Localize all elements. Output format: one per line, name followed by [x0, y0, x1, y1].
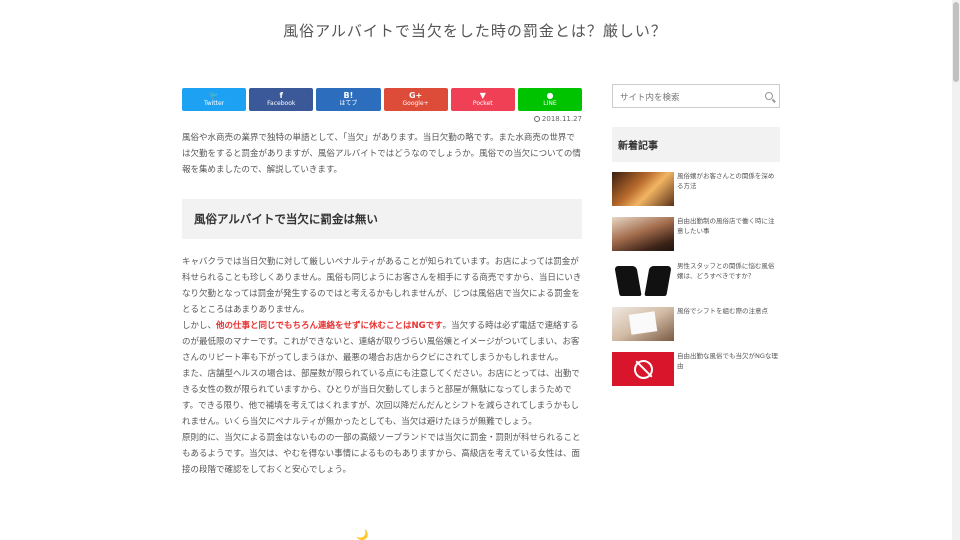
recent-posts-title: 新着記事 — [612, 127, 780, 162]
post-date: 2018.11.27 — [482, 115, 582, 123]
scrollbar-thumb[interactable] — [953, 2, 959, 82]
recent-post-item[interactable]: 男性スタッフとの関係に悩む風俗嬢は、どうすべきですか？ — [612, 262, 780, 307]
recent-post-item[interactable]: 自由出勤な風俗でも当欠がNGな理由 — [612, 352, 780, 397]
paragraph-4: 原則的に、当欠による罰金はないものの一部の高級ソープランドでは当欠に罰金・罰則が… — [182, 433, 581, 475]
share-line-button[interactable]: ● LINE — [517, 88, 583, 111]
recent-post-title[interactable]: 風俗嬢がお客さんとの関係を深める方法 — [677, 172, 780, 217]
share-label: Google+ — [402, 100, 429, 107]
search-icon[interactable] — [765, 92, 773, 100]
recent-post-title[interactable]: 男性スタッフとの関係に悩む風俗嬢は、どうすべきですか？ — [677, 262, 780, 307]
share-label: Pocket — [472, 100, 493, 107]
silhouette-figure — [644, 266, 672, 296]
search-input[interactable] — [613, 87, 753, 109]
share-twitter-button[interactable]: 🐦 Twitter — [182, 88, 247, 111]
twitter-icon: 🐦 — [209, 91, 220, 100]
googleplus-icon: G+ — [408, 91, 423, 100]
recent-post-item[interactable]: 風俗でシフトを組む際の注意点 — [612, 307, 780, 352]
clock-icon — [533, 116, 540, 122]
section-body: キャバクラでは当日欠勤に対して厳しいペナルティがあることが知られています。お店に… — [182, 254, 582, 478]
post-thumbnail[interactable] — [612, 352, 674, 386]
recent-post-title[interactable]: 自由出勤な風俗でも当欠がNGな理由 — [677, 352, 780, 397]
post-thumbnail[interactable] — [612, 307, 674, 341]
recent-post-item[interactable]: 自由出勤制の風俗店で働く時に注意したい事 — [612, 217, 780, 262]
facebook-icon: f — [279, 91, 283, 100]
intro-paragraph: 風俗や水商売の業界で独特の単語として、「当欠」があります。当日欠勤の略です。また… — [182, 133, 581, 175]
scrollbar[interactable] — [952, 0, 960, 540]
post-thumbnail[interactable] — [612, 217, 674, 251]
share-googleplus-button[interactable]: G+ Google+ — [383, 88, 448, 111]
recent-post-item[interactable]: 風俗嬢がお客さんとの関係を深める方法 — [612, 172, 780, 217]
moon-icon: 🌙 — [356, 530, 369, 540]
share-buttons: 🐦 Twitter f Facebook B! はてブ G+ Google+ ▼… — [182, 88, 583, 111]
paragraph-2: しかし、他の仕事と同じでもちろん連絡をせずに休むことはNGです。当欠する時は必ず… — [182, 318, 582, 366]
post-thumbnail[interactable] — [612, 172, 674, 206]
paragraph-1: キャバクラでは当日欠勤に対して厳しいペナルティがあることが知られています。お店に… — [182, 257, 582, 315]
site-title[interactable]: 風俗アルバイトで当欠をした時の罰金とは？厳しい？ — [0, 20, 950, 41]
share-label: LINE — [543, 100, 557, 107]
post-date-text: 2018.11.27 — [541, 115, 582, 123]
search-box — [612, 84, 780, 109]
recent-post-title[interactable]: 自由出勤制の風俗店で働く時に注意したい事 — [677, 217, 780, 262]
line-icon: ● — [546, 91, 554, 100]
pocket-icon: ▼ — [479, 91, 486, 100]
article-intro: 風俗や水商売の業界で独特の単語として、「当欠」があります。当日欠勤の略です。また… — [182, 130, 582, 178]
share-hatena-button[interactable]: B! はてブ — [316, 88, 381, 111]
paragraph-2-prefix: しかし、 — [182, 321, 217, 331]
hatena-icon: B! — [343, 91, 354, 100]
share-label: Twitter — [204, 100, 225, 107]
recent-posts-list: 風俗嬢がお客さんとの関係を深める方法 自由出勤制の風俗店で働く時に注意したい事 … — [612, 172, 780, 397]
silhouette-figure — [614, 266, 642, 296]
recent-post-title[interactable]: 風俗でシフトを組む際の注意点 — [677, 307, 768, 352]
post-thumbnail[interactable] — [612, 262, 674, 296]
share-facebook-button[interactable]: f Facebook — [249, 88, 314, 111]
article-body: 風俗や水商売の業界で独特の単語として、「当欠」があります。当日欠勤の略です。また… — [182, 130, 582, 478]
emphasis-text: 他の仕事と同じでもちろん連絡をせずに休むことはNGです — [216, 321, 443, 331]
paragraph-3: また、店舗型ヘルスの場合は、部屋数が限られている点にも注意してください。お店にと… — [182, 369, 580, 427]
section-heading: 風俗アルバイトで当欠に罰金は無い — [182, 199, 582, 239]
paper-shape — [628, 311, 658, 335]
share-label: Facebook — [267, 100, 296, 107]
share-label: はてブ — [339, 100, 358, 107]
share-pocket-button[interactable]: ▼ Pocket — [450, 88, 515, 111]
